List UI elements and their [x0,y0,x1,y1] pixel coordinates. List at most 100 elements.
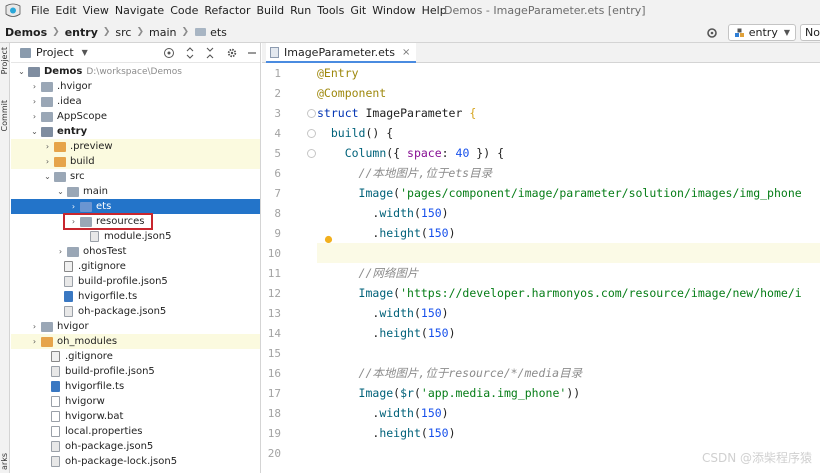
select-opened-file-icon[interactable] [163,47,175,59]
tree-item-label: AppScope [57,111,107,122]
json-file-icon [51,441,60,452]
chevron-down-icon[interactable]: ⌄ [56,187,65,196]
menu-window[interactable]: Window [369,0,418,22]
code-text-area[interactable]: @Entry @Component struct ImageParameter … [317,63,820,473]
menu-file[interactable]: File [28,0,52,22]
breadcrumb-ets[interactable]: ets [209,26,228,39]
left-tool-strip: Project Commit arks [0,43,10,473]
tree-item-module-json5[interactable]: module.json5 [11,229,260,244]
menu-refactor[interactable]: Refactor [201,0,253,22]
tree-item-oh-package[interactable]: oh-package.json5 [11,439,260,454]
breadcrumb-demos[interactable]: Demos [4,26,48,39]
menu-view[interactable]: View [80,0,112,22]
chevron-down-icon[interactable]: ⌄ [43,172,52,181]
ets-file-icon [270,46,279,58]
tree-item-build[interactable]: › build [11,154,260,169]
chevron-right-icon[interactable]: › [43,142,52,151]
code-token: ( [420,326,428,340]
hammer-icon[interactable] [706,27,718,39]
chevron-right-icon[interactable]: › [30,97,39,106]
tree-item-entry-hvigorfile[interactable]: hvigorfile.ts [11,289,260,304]
chevron-right-icon[interactable]: › [30,112,39,121]
code-line-16: //本地图片,位于resource/*/media目录 [317,363,820,383]
chevron-right-icon[interactable]: › [69,202,78,211]
tree-item-entry[interactable]: ⌄ entry [11,124,260,139]
line-number: 19 [267,427,281,440]
tree-item-entry-build-profile[interactable]: build-profile.json5 [11,274,260,289]
chevron-down-icon[interactable]: ▼ [82,48,88,57]
minimize-icon[interactable] [246,47,258,59]
chevron-down-icon[interactable]: ⌄ [30,127,39,136]
tree-item-hvigorw-bat[interactable]: hvigorw.bat [11,409,260,424]
code-token: 150 [420,206,442,220]
tree-item-preview[interactable]: › .preview [11,139,260,154]
breadcrumb-main[interactable]: main [148,26,177,39]
tree-item-build-profile[interactable]: build-profile.json5 [11,364,260,379]
tree-item-ohostest[interactable]: › ohosTest [11,244,260,259]
code-token: ) [448,226,456,240]
fold-marker-icon[interactable] [307,109,316,118]
commit-tool-tab[interactable]: Commit [0,100,10,131]
project-panel-title[interactable]: Project [36,46,74,59]
device-select[interactable]: No [800,24,820,41]
tree-item-hvigor[interactable]: › hvigor [11,319,260,334]
tree-item-gitignore[interactable]: .gitignore [11,349,260,364]
tree-item-hvigorfile[interactable]: hvigorfile.ts [11,379,260,394]
code-line-4: build() { [317,123,820,143]
chevron-down-icon[interactable]: ⌄ [17,67,26,76]
menu-tools[interactable]: Tools [314,0,347,22]
fold-marker-icon[interactable] [307,129,316,138]
tree-item-appscope[interactable]: › AppScope [11,109,260,124]
menu-code[interactable]: Code [167,0,201,22]
editor-tab-imageparameter[interactable]: ImageParameter.ets × [266,43,417,63]
code-token: 40 [455,146,470,160]
tree-item-label: ets [96,201,112,212]
chevron-right-icon[interactable]: › [56,247,65,256]
tree-item-entry-oh-package[interactable]: oh-package.json5 [11,304,260,319]
tree-item-src[interactable]: ⌄ src [11,169,260,184]
tree-item-hvigor-dir[interactable]: › .hvigor [11,79,260,94]
line-number-gutter: 1 2 3 4 5 6 7 8 9 10 11 12 13 14 15 16 1… [262,63,317,473]
tree-item-hvigorw[interactable]: hvigorw [11,394,260,409]
breadcrumb-entry[interactable]: entry [64,26,99,39]
code-line-13: .width(150) [317,303,820,323]
project-path: D:\workspace\Demos [86,66,182,77]
code-string: 'https://developer.harmonyos.com/resourc… [400,286,802,300]
chevron-right-icon[interactable]: › [30,322,39,331]
bookmarks-tool-tab[interactable]: arks [0,453,10,470]
fold-marker-icon[interactable] [307,149,316,158]
tree-item-main[interactable]: ⌄ main [11,184,260,199]
chevron-right-icon[interactable]: › [30,82,39,91]
tree-item-demos[interactable]: ⌄ Demos D:\workspace\Demos [11,64,260,79]
menu-git[interactable]: Git [347,0,369,22]
menu-navigate[interactable]: Navigate [112,0,167,22]
breadcrumb-src[interactable]: src [114,26,132,39]
tree-item-local-properties[interactable]: local.properties [11,424,260,439]
tree-item-label: src [70,171,85,182]
tree-item-oh-package-lock[interactable]: oh-package-lock.json5 [11,454,260,469]
line-number: 12 [267,287,281,300]
chevron-right-icon[interactable]: › [43,157,52,166]
chevron-right-icon[interactable]: › [30,337,39,346]
gear-icon[interactable] [226,47,238,59]
tree-item-oh-modules[interactable]: › oh_modules [11,334,260,349]
line-number: 8 [274,207,281,220]
project-panel: Project ▼ ⌄ Demos D:\workspace\Demos › .… [11,43,261,473]
line-number: 6 [274,167,281,180]
expand-all-icon[interactable] [184,47,196,59]
tree-item-ets[interactable]: › ets [11,199,260,214]
tree-item-idea[interactable]: › .idea [11,94,260,109]
menu-edit[interactable]: Edit [52,0,79,22]
tree-item-entry-gitignore[interactable]: .gitignore [11,259,260,274]
folder-icon [54,171,66,182]
menu-run[interactable]: Run [287,0,314,22]
menu-build[interactable]: Build [254,0,288,22]
file-icon [51,411,60,422]
close-icon[interactable]: × [402,47,410,58]
line-number: 9 [274,227,281,240]
watermark: CSDN @添柴程序猿 [701,451,812,465]
run-config-select[interactable]: entry ▼ [727,24,796,41]
collapse-all-icon[interactable] [204,47,216,59]
project-tool-tab[interactable]: Project [0,47,10,74]
code-line-18: .width(150) [317,403,820,423]
